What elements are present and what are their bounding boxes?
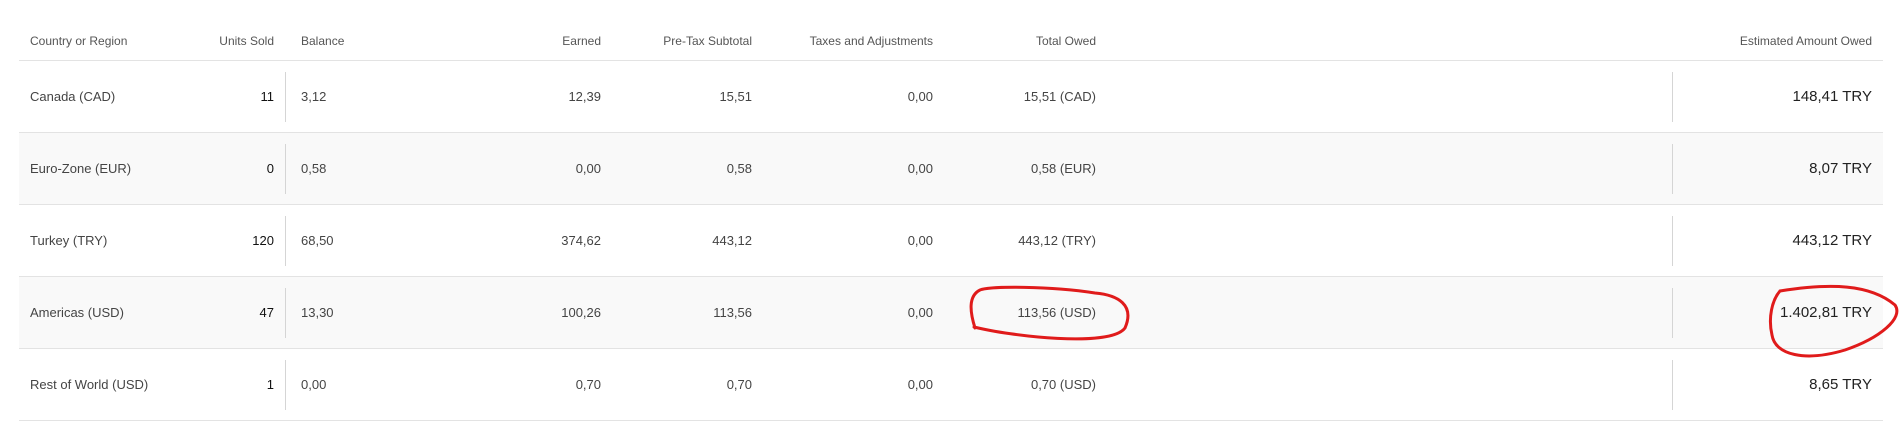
header-balance[interactable]: Balance — [301, 34, 344, 48]
pretax-subtotal-cell: 443,12 — [712, 233, 752, 248]
total-owed-cell: 113,56 (USD) — [1017, 305, 1096, 320]
table-row: Canada (CAD) 11 3,12 12,39 15,51 0,00 15… — [19, 61, 1883, 133]
column-divider — [285, 216, 286, 266]
table-header: Country or Region Units Sold Balance Ear… — [19, 18, 1883, 61]
estimated-amount-cell: 148,41 TRY — [1792, 88, 1872, 105]
column-divider — [1672, 144, 1673, 194]
total-owed-cell: 0,58 (EUR) — [1030, 161, 1096, 176]
estimated-amount-cell: 8,65 TRY — [1809, 376, 1872, 393]
total-owed-cell: 0,70 (USD) — [1030, 377, 1096, 392]
column-divider — [285, 72, 286, 122]
units-sold-cell: 11 — [260, 89, 275, 104]
estimated-amount-cell: 443,12 TRY — [1792, 232, 1872, 249]
taxes-cell: 0,00 — [907, 89, 933, 104]
pretax-subtotal-cell: 0,70 — [726, 377, 752, 392]
column-divider — [1672, 72, 1673, 122]
taxes-cell: 0,00 — [907, 233, 933, 248]
column-divider — [1672, 288, 1673, 338]
column-divider — [285, 360, 286, 410]
total-owed-cell: 15,51 (CAD) — [1023, 89, 1096, 104]
table-row: Turkey (TRY) 120 68,50 374,62 443,12 0,0… — [19, 205, 1883, 277]
total-owed-cell: 443,12 (TRY) — [1018, 233, 1096, 248]
header-pretax-subtotal[interactable]: Pre-Tax Subtotal — [663, 34, 752, 48]
balance-cell: 13,30 — [301, 305, 334, 320]
balance-cell: 0,58 — [301, 161, 327, 176]
earned-cell: 374,62 — [561, 233, 601, 248]
earned-cell: 12,39 — [568, 89, 601, 104]
column-divider — [1672, 216, 1673, 266]
table-row: Euro-Zone (EUR) 0 0,58 0,00 0,58 0,00 0,… — [19, 133, 1883, 205]
column-divider — [1672, 360, 1673, 410]
earned-cell: 100,26 — [561, 305, 601, 320]
units-sold-cell: 0 — [266, 161, 274, 176]
table-row: Americas (USD) 47 13,30 100,26 113,56 0,… — [19, 277, 1883, 349]
earned-cell: 0,70 — [575, 377, 601, 392]
region-link[interactable]: Euro-Zone (EUR) — [30, 161, 131, 176]
earnings-table: Country or Region Units Sold Balance Ear… — [19, 18, 1883, 421]
balance-cell: 0,00 — [301, 377, 327, 392]
region-link[interactable]: Rest of World (USD) — [30, 377, 148, 392]
header-units-sold[interactable]: Units Sold — [219, 34, 274, 48]
header-earned[interactable]: Earned — [562, 34, 601, 48]
units-sold-cell: 1 — [266, 377, 274, 392]
column-divider — [285, 144, 286, 194]
estimated-amount-cell: 1.402,81 TRY — [1779, 304, 1872, 321]
earned-cell: 0,00 — [575, 161, 601, 176]
taxes-cell: 0,00 — [907, 161, 933, 176]
region-link[interactable]: Turkey (TRY) — [30, 233, 107, 248]
header-estimated-amount-owed[interactable]: Estimated Amount Owed — [1740, 34, 1872, 48]
balance-cell: 68,50 — [301, 233, 334, 248]
pretax-subtotal-cell: 0,58 — [726, 161, 752, 176]
taxes-cell: 0,00 — [907, 305, 933, 320]
region-link[interactable]: Canada (CAD) — [30, 89, 115, 104]
region-link[interactable]: Americas (USD) — [30, 305, 124, 320]
column-divider — [285, 288, 286, 338]
pretax-subtotal-cell: 113,56 — [713, 305, 752, 320]
table-row: Rest of World (USD) 1 0,00 0,70 0,70 0,0… — [19, 349, 1883, 421]
estimated-amount-cell: 8,07 TRY — [1809, 160, 1872, 177]
units-sold-cell: 47 — [259, 305, 274, 320]
header-total-owed[interactable]: Total Owed — [1036, 34, 1096, 48]
balance-cell: 3,12 — [301, 89, 327, 104]
header-region[interactable]: Country or Region — [30, 34, 127, 48]
units-sold-cell: 120 — [252, 233, 274, 248]
header-taxes-adjustments[interactable]: Taxes and Adjustments — [810, 34, 933, 48]
pretax-subtotal-cell: 15,51 — [719, 89, 752, 104]
taxes-cell: 0,00 — [907, 377, 933, 392]
